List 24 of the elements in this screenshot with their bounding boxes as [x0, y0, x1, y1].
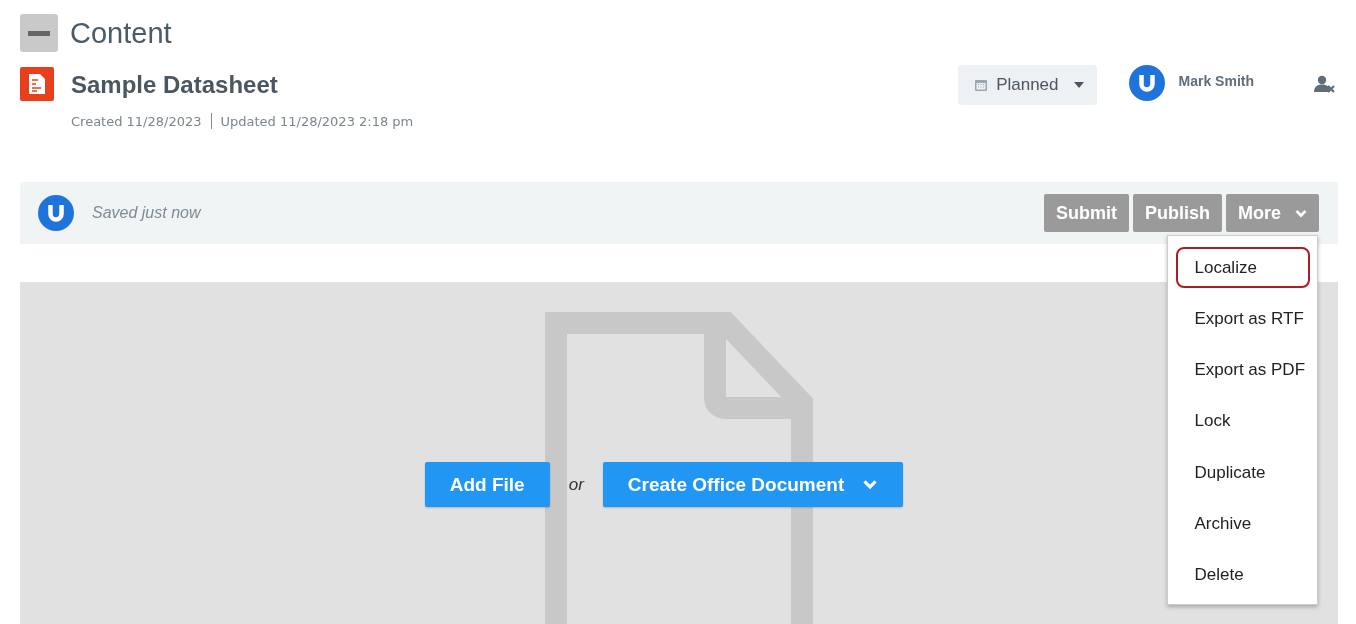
collapse-button[interactable]	[20, 14, 58, 52]
menu-item[interactable]: Duplicate	[1175, 452, 1310, 494]
menu-item[interactable]: Export as PDF	[1175, 349, 1310, 391]
status-dropdown[interactable]: Planned	[958, 65, 1097, 105]
chevron-icon	[862, 479, 879, 490]
remove-user-icon[interactable]	[1314, 75, 1336, 93]
menu-item[interactable]: Archive	[1175, 503, 1310, 545]
menu-item[interactable]: Delete	[1175, 554, 1310, 596]
caret-icon	[1072, 81, 1085, 89]
avatar-icon	[38, 195, 74, 231]
updated-date: Updated 11/28/2023 2:18 pm	[220, 113, 414, 129]
assignee-name: Mark Smith	[1178, 73, 1254, 89]
document-title: Sample Datasheet	[71, 71, 279, 99]
chevron-icon	[1295, 208, 1307, 218]
section-title: Content	[70, 16, 172, 50]
document-icon	[20, 67, 54, 101]
or-label: or	[568, 474, 584, 495]
menu-item[interactable]: Localize	[1175, 247, 1310, 288]
avatar-icon	[1128, 65, 1165, 101]
menu-item[interactable]: Lock	[1175, 400, 1310, 442]
created-date: Created 11/28/2023	[71, 113, 202, 129]
save-status: Saved just now	[92, 204, 201, 222]
menu-item[interactable]: Export as RTF	[1175, 298, 1310, 340]
calendar-icon	[974, 78, 989, 92]
